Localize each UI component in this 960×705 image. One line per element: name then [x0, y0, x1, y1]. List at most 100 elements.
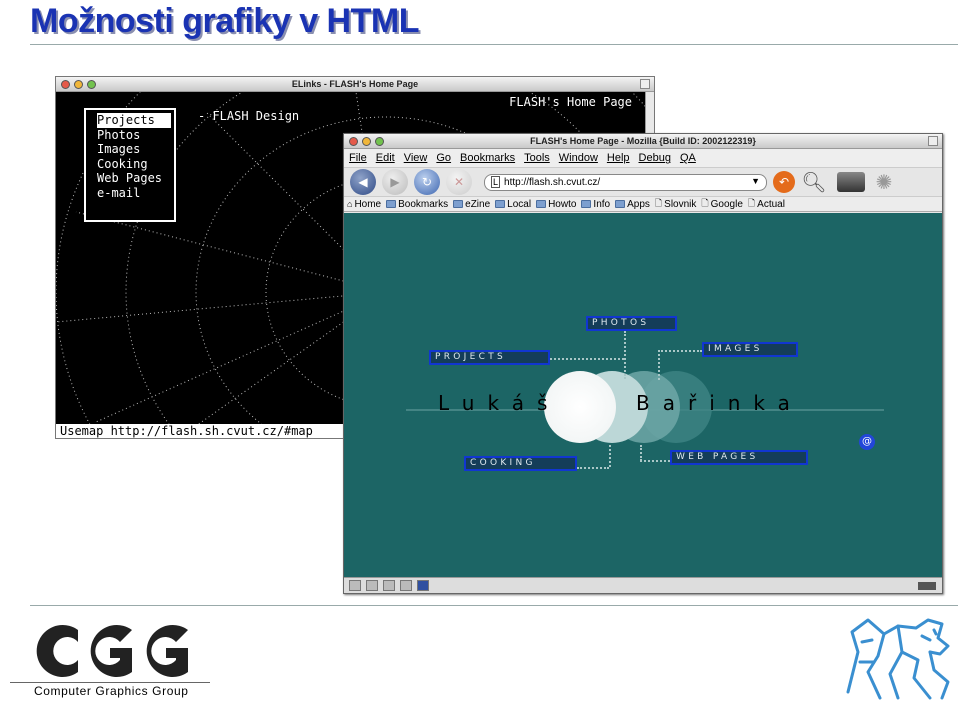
bookmark-bookmarks[interactable]: Bookmarks [386, 199, 448, 210]
address-book-icon[interactable] [400, 580, 412, 591]
connector-line [550, 358, 624, 360]
web-pages-button[interactable]: Web Pages [670, 450, 808, 465]
group-name: Computer Graphics Group [34, 684, 189, 698]
minimize-icon[interactable] [74, 80, 83, 89]
images-button[interactable]: Images [702, 342, 798, 357]
first-name: Lukáš [438, 391, 561, 415]
mozilla-titlebar: FLASH's Home Page - Mozilla {Build ID: 2… [344, 134, 942, 149]
bookmark-label: Info [593, 198, 611, 210]
menu-window[interactable]: Window [559, 152, 598, 164]
go-icon[interactable]: ↶ [773, 171, 795, 193]
connector-line [609, 445, 611, 467]
terminal-menu: Projects Photos Images Cooking Web Pages… [84, 108, 176, 222]
bookmark-label: Google [710, 198, 743, 210]
cooking-button[interactable]: Cooking [464, 456, 577, 471]
menu-item-photos[interactable]: Photos [97, 128, 164, 143]
folder-icon [615, 200, 626, 208]
menu-debug[interactable]: Debug [639, 152, 671, 164]
throbber-icon: ✺ [875, 170, 893, 194]
url-text: http://flash.sh.cvut.cz/ [504, 176, 601, 188]
photos-button[interactable]: Photos [586, 316, 677, 331]
mail-icon[interactable] [366, 580, 378, 591]
close-icon[interactable] [61, 80, 70, 89]
menu-item-cooking[interactable]: Cooking [97, 157, 164, 172]
menu-edit[interactable]: Edit [376, 152, 395, 164]
bookmark-apps[interactable]: Apps [615, 199, 650, 210]
last-name: Bařinka [636, 391, 803, 415]
page-proxy-icon: L [491, 176, 501, 188]
ctu-lion-logo-icon [846, 618, 950, 700]
menu-item-images[interactable]: Images [97, 142, 164, 157]
window-toggle-icon[interactable] [640, 79, 650, 89]
page-icon: 🗋︎ [747, 198, 756, 208]
home-icon: ⌂ [347, 199, 353, 209]
bookmark-ezine[interactable]: eZine [453, 199, 490, 210]
bookmark-howto[interactable]: Howto [536, 199, 576, 210]
folder-icon [453, 200, 464, 208]
zoom-icon[interactable] [375, 137, 384, 146]
bookmark-home[interactable]: ⌂ Home [347, 199, 381, 210]
search-icon[interactable]: 🔍︎ [801, 169, 827, 195]
stop-icon[interactable]: ✕ [446, 169, 472, 195]
folder-icon [495, 200, 506, 208]
bookmarks-toolbar: ⌂ Home Bookmarks eZine Local Howto Info A… [344, 196, 942, 212]
bookmark-label: Apps [627, 198, 650, 210]
menu-tools[interactable]: Tools [524, 152, 550, 164]
bookmark-label: Howto [548, 198, 577, 210]
bookmark-actual[interactable]: 🗋︎ Actual [748, 196, 785, 212]
back-icon[interactable]: ◀ [350, 169, 376, 195]
bookmark-label: Local [507, 198, 532, 210]
menu-item-email[interactable]: e-mail [97, 186, 164, 201]
bookmark-label: eZine [465, 198, 491, 210]
menu-view[interactable]: View [404, 152, 428, 164]
bookmark-info[interactable]: Info [581, 199, 610, 210]
taskbar-grip-icon[interactable] [349, 580, 361, 591]
menu-bookmarks[interactable]: Bookmarks [460, 152, 515, 164]
connector-line [624, 331, 626, 379]
connector-line [658, 350, 702, 352]
elinks-titlebar: ELinks - FLASH's Home Page [56, 77, 654, 92]
folder-icon [386, 200, 397, 208]
print-icon[interactable] [837, 172, 865, 192]
menu-file[interactable]: File [349, 152, 367, 164]
page-icon: 🗋︎ [654, 198, 663, 208]
url-field[interactable]: L http://flash.sh.cvut.cz/ ▼ [484, 173, 767, 191]
title-divider [30, 44, 958, 45]
mozilla-window: FLASH's Home Page - Mozilla {Build ID: 2… [343, 133, 943, 594]
folder-icon [581, 200, 592, 208]
status-bar [344, 577, 942, 593]
page-content: Photos Projects Images Cooking Web Pages… [344, 213, 942, 579]
email-icon[interactable]: @ [859, 434, 875, 450]
menu-item-web-pages[interactable]: Web Pages [97, 171, 164, 186]
chat-icon[interactable] [417, 580, 429, 591]
projects-button[interactable]: Projects [429, 350, 550, 365]
bookmark-label: Actual [757, 198, 785, 210]
page-icon: 🗋︎ [701, 198, 709, 208]
terminal-design-text: - FLASH Design [198, 109, 300, 123]
slide-title: Možnosti grafiky v HTML [30, 2, 419, 40]
mozilla-window-title: FLASH's Home Page - Mozilla {Build ID: 2… [530, 136, 756, 146]
menu-item-projects[interactable]: Projects [97, 113, 171, 128]
menu-qa[interactable]: QA [680, 152, 696, 164]
composer-icon[interactable] [383, 580, 395, 591]
minimize-icon[interactable] [362, 137, 371, 146]
footer-divider [30, 605, 958, 606]
bookmark-local[interactable]: Local [495, 199, 531, 210]
chevron-down-icon[interactable]: ▼ [751, 176, 760, 186]
close-icon[interactable] [349, 137, 358, 146]
bookmark-label: Slovnik [664, 198, 697, 210]
bookmark-label: Home [354, 198, 382, 210]
forward-icon[interactable]: ▶ [382, 169, 408, 195]
connector-line [577, 467, 609, 469]
bookmark-google[interactable]: 🗋︎ Google [701, 196, 743, 212]
bookmark-slovnik[interactable]: 🗋︎ Slovnik [655, 196, 697, 212]
zoom-icon[interactable] [87, 80, 96, 89]
reload-icon[interactable]: ↻ [414, 169, 440, 195]
online-status-icon [918, 581, 936, 590]
terminal-status-bar: Usemap http://flash.sh.cvut.cz/#map [56, 424, 346, 438]
window-toggle-icon[interactable] [928, 136, 938, 146]
folder-icon [536, 200, 547, 208]
connector-line [640, 445, 642, 461]
menu-help[interactable]: Help [607, 152, 630, 164]
menu-go[interactable]: Go [436, 152, 451, 164]
